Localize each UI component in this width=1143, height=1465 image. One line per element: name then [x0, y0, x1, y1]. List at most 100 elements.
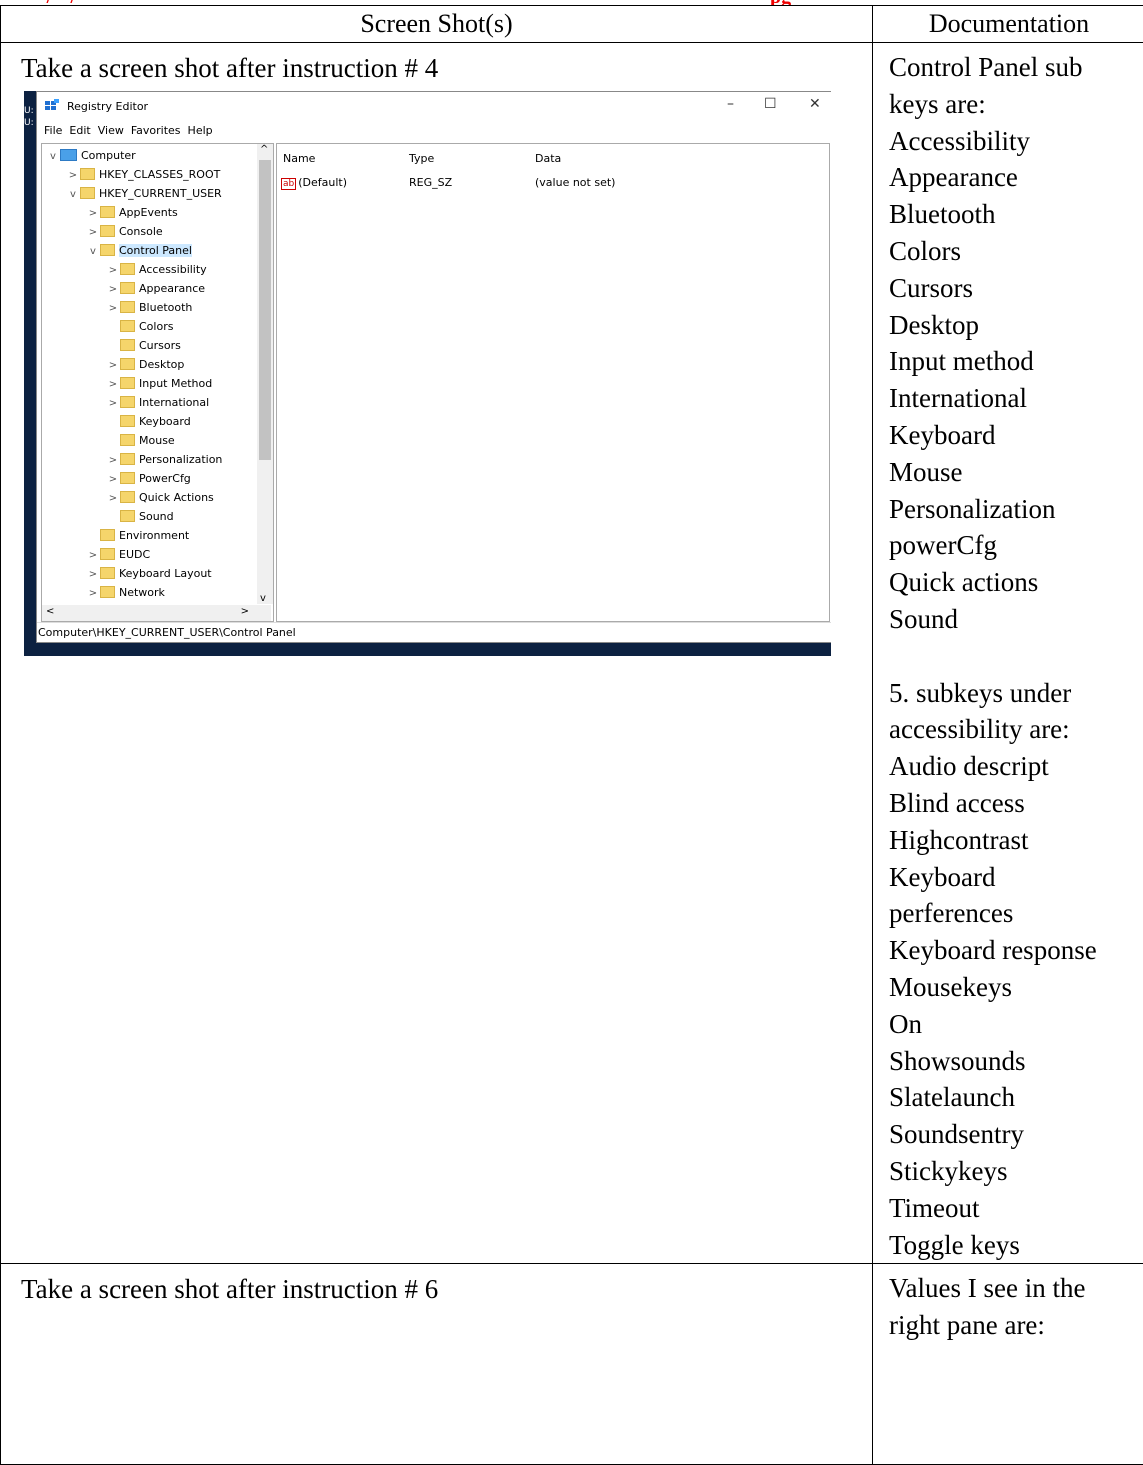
column-header-name[interactable]: Name	[283, 152, 315, 165]
computer-icon	[60, 149, 77, 161]
documentation-line: keys are:	[889, 86, 1143, 123]
folder-icon	[120, 453, 135, 465]
tree-item[interactable]: Mouse	[106, 431, 175, 450]
chevron-down-icon[interactable]: v	[66, 185, 80, 204]
documentation-line: perferences	[889, 895, 1143, 932]
table-header-row: Screen Shot(s) Documentation	[1, 6, 1143, 43]
tree-item[interactable]: >PowerCfg	[106, 469, 191, 488]
scroll-right-icon[interactable]: >	[241, 606, 249, 617]
menu-favorites[interactable]: Favorites	[131, 124, 181, 137]
documentation-line: 5. subkeys under	[889, 675, 1143, 712]
chevron-right-icon[interactable]: >	[66, 166, 80, 185]
scroll-up-icon[interactable]: ^	[260, 144, 268, 155]
tree-item[interactable]: >Network	[86, 583, 165, 602]
menu-help[interactable]: Help	[188, 124, 213, 137]
tree-item[interactable]: >Personalization	[106, 450, 222, 469]
maximize-button[interactable]: ☐	[764, 96, 777, 112]
tree-item[interactable]: >Bluetooth	[106, 298, 192, 317]
folder-icon	[120, 301, 135, 313]
tree-item-label: Cursors	[139, 339, 181, 352]
chevron-right-icon[interactable]: >	[106, 451, 120, 470]
close-button[interactable]: ✕	[809, 96, 821, 112]
documentation-line: On	[889, 1006, 1143, 1043]
tree-item[interactable]: Sound	[106, 507, 174, 526]
tree-item-label: Keyboard	[139, 415, 191, 428]
folder-icon	[100, 206, 115, 218]
folder-icon	[100, 586, 115, 598]
chevron-right-icon[interactable]: >	[106, 261, 120, 280]
chevron-right-icon[interactable]: >	[86, 584, 100, 603]
tree-horizontal-scrollbar[interactable]: < >	[42, 605, 271, 621]
chevron-right-icon[interactable]: >	[106, 299, 120, 318]
screenshot-column-header: Screen Shot(s)	[1, 6, 873, 43]
tree-item[interactable]: >Accessibility	[106, 260, 207, 279]
chevron-right-icon[interactable]: >	[86, 546, 100, 565]
tree-item[interactable]: Environment	[86, 526, 189, 545]
folder-icon	[120, 491, 135, 503]
tree-item[interactable]: Keyboard	[106, 412, 191, 431]
chevron-right-icon[interactable]: >	[106, 489, 120, 508]
chevron-right-icon[interactable]: >	[106, 470, 120, 489]
tree-item[interactable]: > AppEvents	[86, 203, 178, 222]
registry-key-tree[interactable]: ^ v < > vComputer>HKEY_CLASSES_ROOTvHKEY…	[41, 143, 274, 622]
documentation-line: International	[889, 380, 1143, 417]
chevron-right-icon[interactable]: >	[106, 375, 120, 394]
column-header-data[interactable]: Data	[535, 152, 561, 165]
folder-icon	[120, 434, 135, 446]
documentation-cell: Control Panel subkeys are:AccessibilityA…	[873, 43, 1143, 1264]
tree-item[interactable]: Colors	[106, 317, 173, 336]
menu-view[interactable]: View	[98, 124, 124, 137]
chevron-right-icon[interactable]: >	[86, 565, 100, 584]
scroll-down-icon[interactable]: v	[260, 593, 266, 604]
documentation-line: Timeout	[889, 1190, 1143, 1227]
folder-icon	[120, 282, 135, 294]
scroll-thumb[interactable]	[259, 160, 271, 460]
documentation-line: Control Panel sub	[889, 49, 1143, 86]
folder-icon	[100, 548, 115, 560]
screenshot-cell: Take a screen shot after instruction # 4…	[1, 43, 873, 1264]
menu-file[interactable]: File	[44, 124, 62, 137]
edge-label: U:	[24, 117, 36, 129]
column-header-type[interactable]: Type	[409, 152, 434, 165]
tree-item[interactable]: vComputer	[46, 146, 136, 165]
tree-item[interactable]: >Desktop	[106, 355, 184, 374]
tree-item[interactable]: >Input Method	[106, 374, 212, 393]
tree-item[interactable]: >HKEY_CLASSES_ROOT	[66, 165, 220, 184]
documentation-line: Stickykeys	[889, 1153, 1143, 1190]
minimize-button[interactable]: –	[727, 96, 734, 112]
documentation-line: Highcontrast	[889, 822, 1143, 859]
chevron-right-icon[interactable]: >	[106, 356, 120, 375]
chevron-right-icon[interactable]: >	[106, 394, 120, 413]
tree-item[interactable]: Cursors	[106, 336, 181, 355]
tree-item-label: Appearance	[139, 282, 205, 295]
documentation-line: accessibility are:	[889, 711, 1143, 748]
tree-item[interactable]: vHKEY_CURRENT_USER	[66, 184, 222, 203]
value-row-name[interactable]: ab(Default)	[281, 176, 347, 190]
chevron-right-icon[interactable]: >	[106, 280, 120, 299]
documentation-line: Toggle keys	[889, 1227, 1143, 1264]
tree-item[interactable]: >Quick Actions	[106, 488, 214, 507]
instruction-caption: Take a screen shot after instruction # 4	[1, 43, 872, 83]
tree-vertical-scrollbar[interactable]: ^ v	[257, 144, 273, 604]
tree-item[interactable]: >Console	[86, 222, 163, 241]
folder-icon	[120, 396, 135, 408]
folder-icon	[120, 377, 135, 389]
chevron-right-icon[interactable]: >	[86, 223, 100, 242]
documentation-line: Quick actions	[889, 564, 1143, 601]
tree-item[interactable]: > International	[106, 393, 209, 412]
chevron-down-icon[interactable]: v	[86, 242, 100, 261]
chevron-down-icon[interactable]: v	[46, 147, 60, 166]
tree-item[interactable]: >EUDC	[86, 545, 150, 564]
tree-item-label: Colors	[139, 320, 173, 333]
tree-item[interactable]: > Keyboard Layout	[86, 564, 212, 583]
chevron-right-icon[interactable]: >	[86, 204, 100, 223]
tree-item-label: AppEvents	[119, 206, 178, 219]
tree-item[interactable]: > Appearance	[106, 279, 205, 298]
tree-item-label: Keyboard Layout	[119, 567, 212, 580]
folder-icon	[100, 225, 115, 237]
tree-item-label: International	[139, 396, 209, 409]
scroll-left-icon[interactable]: <	[46, 606, 54, 617]
tree-item[interactable]: vControl Panel	[86, 241, 192, 260]
menu-edit[interactable]: Edit	[69, 124, 90, 137]
folder-icon	[120, 263, 135, 275]
